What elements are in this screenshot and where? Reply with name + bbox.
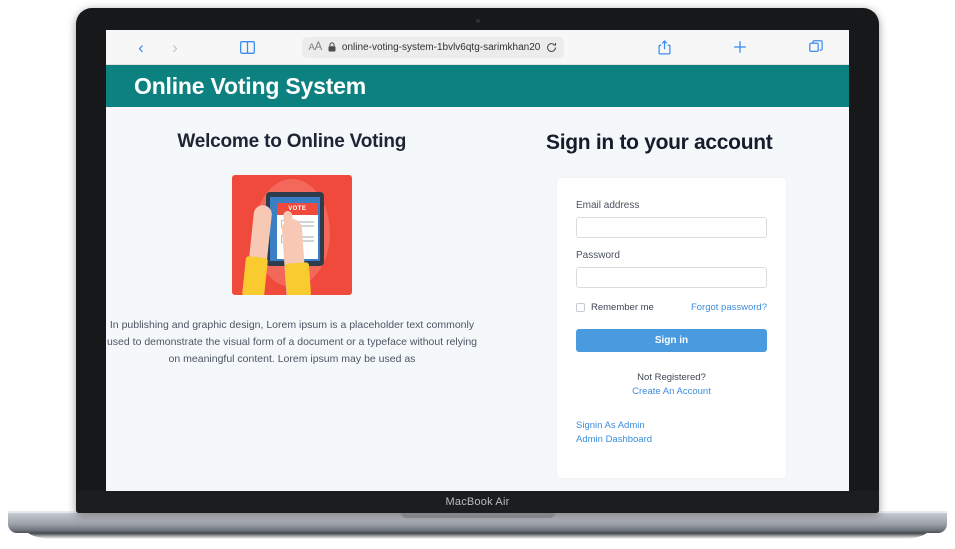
- web-page: Online Voting System Welcome to Online V…: [106, 65, 849, 503]
- screenshot-stage: ‹ › AA online-voting-system-1bvlv6qtg-sa…: [0, 0, 955, 549]
- address-bar-wrapper: AA online-voting-system-1bvlv6qtg-sarimk…: [262, 36, 603, 58]
- email-label: Email address: [576, 200, 640, 211]
- remember-row: Remember me Forgot password?: [576, 302, 767, 313]
- create-account-link[interactable]: Create An Account: [576, 386, 767, 397]
- email-field[interactable]: [576, 217, 767, 238]
- illustration-left-sleeve: [241, 255, 268, 295]
- camera-dot-icon: [475, 19, 480, 23]
- laptop-lid: ‹ › AA online-voting-system-1bvlv6qtg-sa…: [76, 8, 879, 513]
- plus-icon[interactable]: [725, 40, 755, 54]
- device-model-label: MacBook Air: [445, 496, 510, 508]
- illustration-vote-text: VOTE: [288, 206, 307, 212]
- welcome-heading: Welcome to Online Voting: [177, 131, 407, 152]
- toolbar-right-group: [603, 39, 831, 55]
- password-label: Password: [576, 250, 620, 261]
- lock-icon: [328, 42, 336, 52]
- forward-button[interactable]: ›: [158, 39, 192, 56]
- admin-dashboard-link[interactable]: Admin Dashboard: [576, 433, 767, 447]
- admin-links-group: Signin As Admin Admin Dashboard: [576, 419, 767, 447]
- intro-paragraph: In publishing and graphic design, Lorem …: [106, 319, 478, 365]
- illustration-right-sleeve: [284, 262, 311, 295]
- tabs-overview-icon[interactable]: [801, 40, 831, 54]
- not-registered-text: Not Registered?: [637, 372, 706, 383]
- text-size-icon[interactable]: AA: [309, 41, 323, 53]
- browser-toolbar: ‹ › AA online-voting-system-1bvlv6qtg-sa…: [106, 30, 849, 65]
- remember-me-checkbox[interactable]: [576, 303, 585, 312]
- remember-me-group[interactable]: Remember me: [576, 302, 654, 313]
- app-header: Online Voting System: [106, 65, 849, 107]
- reload-icon[interactable]: [546, 42, 557, 53]
- password-field[interactable]: [576, 267, 767, 288]
- url-text: online-voting-system-1bvlv6qtg-sarimkhan…: [341, 41, 540, 53]
- laptop-chin: MacBook Air: [76, 491, 879, 513]
- remember-me-label: Remember me: [591, 302, 654, 313]
- address-bar[interactable]: AA online-voting-system-1bvlv6qtg-sarimk…: [301, 36, 564, 58]
- voting-tablet-illustration: VOTE: [231, 175, 352, 295]
- share-icon[interactable]: [649, 39, 679, 55]
- left-column: Welcome to Online Voting VOTE In publish…: [106, 107, 478, 503]
- signin-heading: Sign in to your account: [546, 131, 773, 154]
- page-body: Welcome to Online Voting VOTE In publish…: [106, 107, 849, 503]
- forgot-password-link[interactable]: Forgot password?: [691, 302, 767, 313]
- book-sidebar-icon[interactable]: [232, 40, 262, 54]
- laptop-base: [8, 511, 947, 533]
- right-column: Sign in to your account Email address Pa…: [478, 107, 850, 503]
- laptop-screen: ‹ › AA online-voting-system-1bvlv6qtg-sa…: [106, 30, 849, 503]
- page-title: Online Voting System: [134, 72, 366, 99]
- sign-in-button[interactable]: Sign in: [576, 329, 767, 352]
- back-button[interactable]: ‹: [124, 39, 158, 56]
- signin-as-admin-link[interactable]: Signin As Admin: [576, 419, 767, 433]
- signin-card: Email address Password Remember me Forgo…: [557, 178, 786, 478]
